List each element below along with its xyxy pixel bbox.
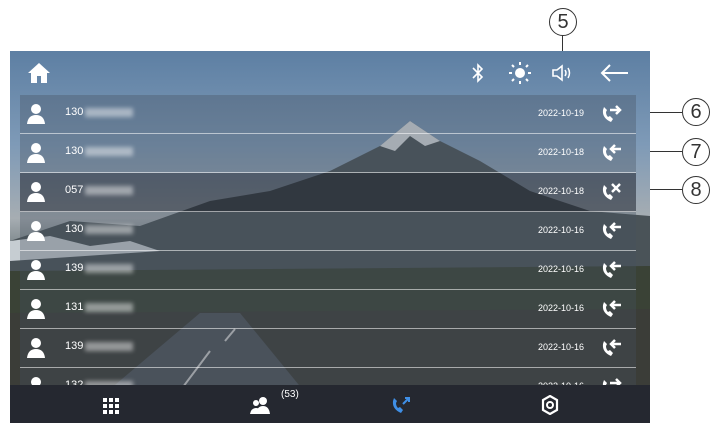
call-date: 2022-10-16 bbox=[537, 342, 584, 352]
back-arrow-icon[interactable] bbox=[598, 61, 630, 85]
incoming-call-icon bbox=[600, 338, 622, 358]
incoming-call-icon bbox=[600, 143, 622, 163]
callout-5: 5 bbox=[549, 8, 577, 36]
call-log-icon[interactable] bbox=[390, 395, 412, 415]
phone-number: 130 bbox=[65, 145, 134, 157]
contacts-count: (53) bbox=[281, 389, 299, 400]
call-date: 2022-10-16 bbox=[537, 303, 584, 313]
list-item[interactable]: 130 2022-10-19 bbox=[20, 95, 636, 134]
list-item[interactable]: 139 2022-10-16 bbox=[20, 329, 636, 368]
list-item[interactable]: 057 2022-10-18 bbox=[20, 173, 636, 212]
person-icon bbox=[26, 220, 46, 242]
phone-number: 139 bbox=[65, 340, 134, 352]
person-icon bbox=[26, 337, 46, 359]
incoming-call-icon bbox=[600, 299, 622, 319]
home-icon[interactable] bbox=[26, 61, 52, 85]
phone-number: 057 bbox=[65, 184, 134, 196]
list-item[interactable]: 139 2022-10-16 bbox=[20, 251, 636, 290]
contacts-icon[interactable] bbox=[248, 395, 272, 415]
call-date: 2022-10-16 bbox=[537, 264, 584, 274]
outgoing-call-icon bbox=[600, 104, 622, 124]
incoming-call-icon bbox=[600, 260, 622, 280]
missed-call-icon bbox=[600, 182, 622, 202]
list-item[interactable]: 131 2022-10-16 bbox=[20, 290, 636, 329]
call-date: 2022-10-18 bbox=[537, 186, 584, 196]
top-bar bbox=[10, 51, 650, 95]
call-date: 2022-10-18 bbox=[537, 147, 584, 157]
call-date: 2022-10-16 bbox=[537, 225, 584, 235]
list-item[interactable]: 132 2022-10-16 bbox=[20, 368, 636, 385]
list-item[interactable]: 130 2022-10-18 bbox=[20, 134, 636, 173]
callout-6: 6 bbox=[682, 98, 710, 126]
phone-number: 130 bbox=[65, 106, 134, 118]
phone-number: 130 bbox=[65, 223, 134, 235]
phone-number: 139 bbox=[65, 262, 134, 274]
brightness-icon[interactable] bbox=[508, 61, 532, 85]
call-log-list: 130 2022-10-19 130 2022-10-18 057 2022-1… bbox=[20, 95, 636, 385]
person-icon bbox=[26, 142, 46, 164]
keypad-icon[interactable] bbox=[102, 395, 120, 415]
outgoing-call-icon bbox=[600, 377, 622, 385]
volume-icon[interactable] bbox=[550, 61, 574, 85]
person-icon bbox=[26, 376, 46, 385]
person-icon bbox=[26, 298, 46, 320]
bluetooth-icon[interactable] bbox=[466, 61, 490, 85]
bottom-nav-bar: (53) bbox=[10, 385, 650, 423]
settings-icon[interactable] bbox=[540, 395, 560, 415]
callout-7: 7 bbox=[682, 138, 710, 166]
person-icon bbox=[26, 103, 46, 125]
call-log-screen: 130 2022-10-19 130 2022-10-18 057 2022-1… bbox=[10, 51, 650, 423]
incoming-call-icon bbox=[600, 221, 622, 241]
callout-8: 8 bbox=[682, 176, 710, 204]
person-icon bbox=[26, 259, 46, 281]
list-item[interactable]: 130 2022-10-16 bbox=[20, 212, 636, 251]
person-icon bbox=[26, 181, 46, 203]
phone-number: 131 bbox=[65, 301, 134, 313]
call-date: 2022-10-19 bbox=[537, 108, 584, 118]
